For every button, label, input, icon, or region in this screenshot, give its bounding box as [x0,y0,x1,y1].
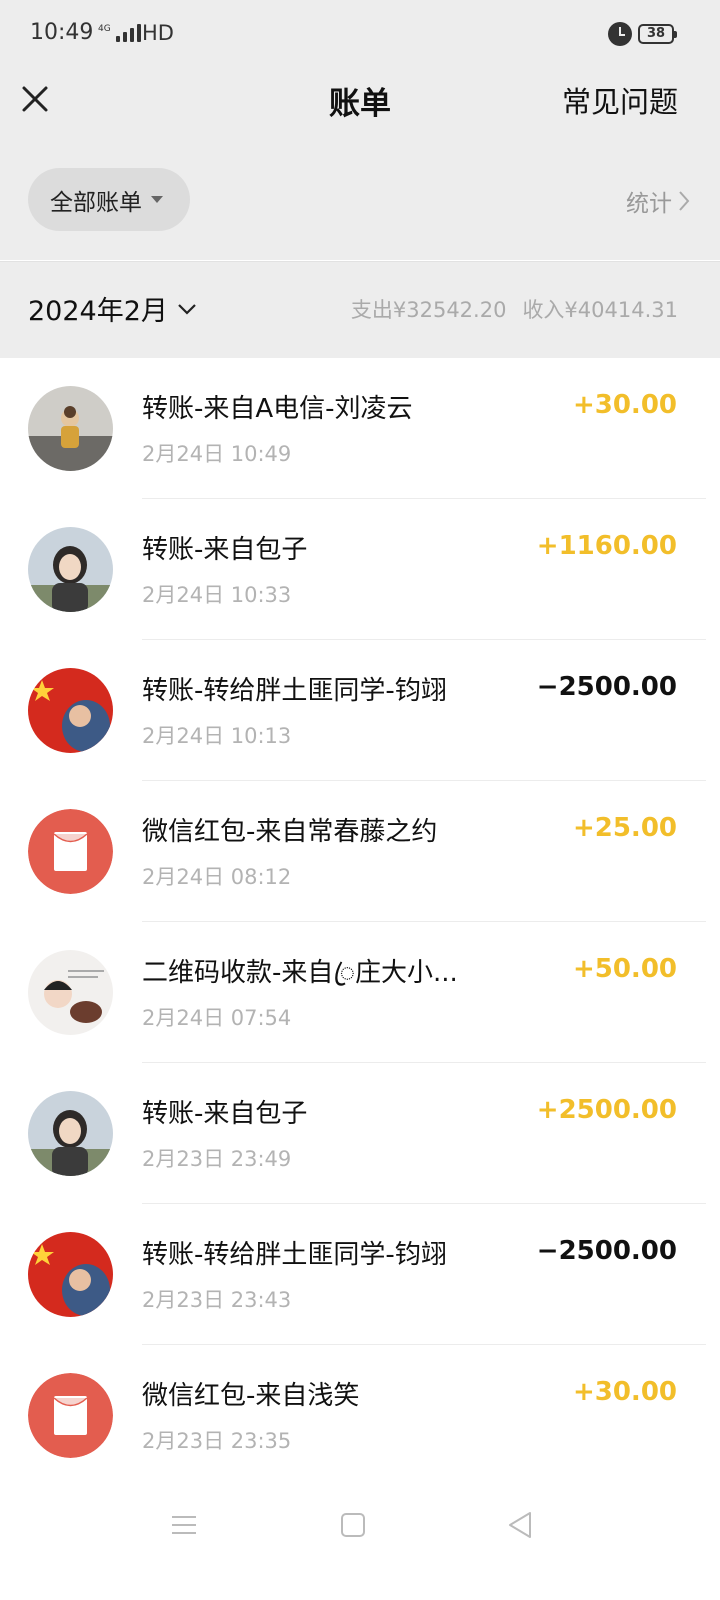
back-nav-button[interactable] [506,1510,534,1544]
transaction-time: 2月23日 23:49 [142,1147,292,1171]
transaction-title: 微信红包-来自常春藤之约 [142,817,438,847]
transaction-time: 2月24日 10:13 [142,724,292,748]
menu-nav-button[interactable] [170,1510,198,1544]
chevron-right-icon [679,191,690,211]
signal-icon: 4G [98,24,141,42]
home-nav-button[interactable] [340,1510,366,1544]
transaction-time: 2月23日 23:35 [142,1429,292,1453]
avatar [28,1091,113,1176]
bill-type-label: 全部账单 [50,189,142,216]
red-packet-icon [28,809,113,894]
transaction-row[interactable]: 转账-转给胖土匪同学-钧翊 2月24日 10:13 −2500.00 [0,640,720,781]
avatar [28,950,113,1035]
transaction-time: 2月24日 07:54 [142,1006,292,1030]
avatar [28,1232,113,1317]
transaction-amount: +30.00 [572,1377,677,1407]
transaction-time: 2月24日 08:12 [142,865,292,889]
month-income: 收入¥40414.31 [522,298,678,322]
transaction-row[interactable]: 转账-来自A电信-刘凌云 2月24日 10:49 +30.00 [0,358,720,499]
transaction-row[interactable]: 微信红包-来自常春藤之约 2月24日 08:12 +25.00 [0,781,720,922]
transaction-title: 转账-来自包子 [142,535,308,565]
transaction-title: 二维码收款-来自ꦿ庄大小... [142,958,458,988]
transaction-amount: +30.00 [572,390,677,420]
avatar [28,527,113,612]
caret-down-icon [151,196,163,203]
chevron-down-icon [178,303,196,315]
transaction-amount: +1160.00 [536,531,677,561]
network-type: 4G [98,24,111,34]
red-packet-icon [28,1373,113,1458]
transaction-amount: +25.00 [572,813,677,843]
alarm-icon [608,22,632,46]
transaction-row[interactable]: 微信红包-来自浅笑 2月23日 23:35 +30.00 [0,1345,720,1486]
status-bar: 10:49 4G HD 38 [0,0,720,70]
transaction-row[interactable]: 转账-来自包子 2月24日 10:33 +1160.00 [0,499,720,640]
stats-button[interactable]: 统计 [626,184,690,218]
transaction-amount: −2500.00 [536,1236,677,1266]
stats-label: 统计 [626,191,672,217]
system-nav-bar [0,1490,720,1600]
header: 账单 常见问题 [0,70,720,140]
month-label: 2024年2月 [28,296,168,327]
transaction-amount: +50.00 [572,954,677,984]
transaction-title: 转账-来自A电信-刘凌云 [142,394,413,424]
battery-icon: 38 [638,24,677,44]
avatar [28,668,113,753]
avatar [28,386,113,471]
transaction-row[interactable]: 转账-来自包子 2月23日 23:49 +2500.00 [0,1063,720,1204]
transaction-time: 2月24日 10:33 [142,583,292,607]
status-time: 10:49 [30,20,94,45]
back-triangle-icon [509,1512,531,1538]
transaction-amount: −2500.00 [536,672,677,702]
transaction-title: 转账-转给胖土匪同学-钧翊 [142,1240,447,1270]
month-bar: 2024年2月 支出¥32542.20 收入¥40414.31 [0,261,720,358]
transaction-time: 2月23日 23:43 [142,1288,292,1312]
faq-button[interactable]: 常见问题 [562,79,678,121]
home-square-icon [341,1513,365,1537]
battery-level: 38 [646,26,666,41]
filter-bar: 全部账单 统计 [0,140,720,260]
transaction-amount: +2500.00 [536,1095,677,1125]
month-summary: 支出¥32542.20 收入¥40414.31 [351,294,678,324]
hd-indicator: HD [142,21,174,45]
transaction-row[interactable]: 转账-转给胖土匪同学-钧翊 2月23日 23:43 −2500.00 [0,1204,720,1345]
transaction-list: 转账-来自A电信-刘凌云 2月24日 10:49 +30.00 转账-来自包子 2月24… [0,358,720,1486]
transaction-title: 转账-转给胖土匪同学-钧翊 [142,676,447,706]
menu-icon [172,1516,196,1534]
transaction-title: 转账-来自包子 [142,1099,308,1129]
bill-type-filter[interactable]: 全部账单 [28,168,190,231]
transaction-row[interactable]: 二维码收款-来自ꦿ庄大小... 2月24日 07:54 +50.00 [0,922,720,1063]
month-selector[interactable]: 2024年2月 [28,289,197,328]
month-expense: 支出¥32542.20 [350,298,507,322]
transaction-title: 微信红包-来自浅笑 [142,1381,360,1411]
transaction-time: 2月24日 10:49 [142,442,292,466]
